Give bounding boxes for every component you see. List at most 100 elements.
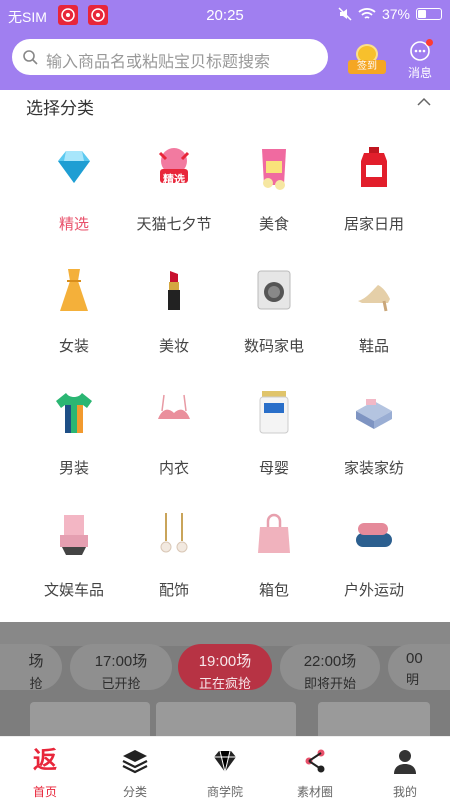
tab-me[interactable]: 我的 — [360, 737, 450, 800]
category-item-makeup[interactable]: 美妆 — [118, 267, 230, 377]
category-item-outdoor-sports[interactable]: 户外运动 — [318, 511, 430, 621]
category-label: 母婴 — [258, 460, 289, 477]
category-item-shoes[interactable]: 鞋品 — [318, 267, 430, 377]
category-item-bags[interactable]: 箱包 — [218, 511, 330, 621]
category-label: 家装家纺 — [343, 460, 404, 477]
category-label: 文娱车品 — [43, 582, 104, 599]
tab-label: 我的 — [392, 785, 417, 799]
slot-time: 00 — [406, 650, 423, 667]
category-item-digital-appliances[interactable]: 数码家电 — [218, 267, 330, 377]
tab-label: 素材圈 — [296, 785, 333, 799]
flash-sale-slot[interactable]: 00 明 — [388, 644, 450, 690]
category-panel: 选择分类 精选 精选 天猫七夕节 美食 居家日用 女装 美妆 数码家电 鞋品 男… — [0, 90, 450, 622]
category-item-accessories[interactable]: 配饰 — [118, 511, 230, 621]
category-item-entertainment-car[interactable]: 文娱车品 — [18, 511, 130, 621]
category-item-food[interactable]: 美食 — [218, 145, 330, 255]
slot-status: 正在疯抢 — [198, 676, 251, 691]
diamond-outline-icon — [214, 750, 236, 773]
slot-status: 已开抢 — [101, 676, 141, 691]
yoga-mat-icon — [356, 523, 392, 547]
category-item-tmall-qixi[interactable]: 精选 天猫七夕节 — [118, 145, 230, 255]
category-label: 居家日用 — [343, 216, 404, 233]
bra-icon — [158, 394, 190, 419]
category-label: 数码家电 — [243, 338, 304, 355]
product-card[interactable] — [318, 702, 430, 736]
sign-in-label: 签到 — [348, 60, 386, 74]
category-label: 精选 — [58, 216, 89, 233]
product-card[interactable] — [30, 702, 150, 736]
messages-button[interactable]: 消息 — [398, 38, 442, 82]
user-icon — [394, 750, 416, 774]
category-label: 女装 — [58, 338, 89, 355]
tab-label: 分类 — [122, 785, 147, 799]
category-item-home-daily[interactable]: 居家日用 — [318, 145, 430, 255]
tshirt-icon — [56, 393, 92, 433]
category-label: 男装 — [58, 460, 89, 477]
flash-sale-slot[interactable]: 场 抢 — [0, 644, 62, 691]
battery-percent: 37% — [381, 6, 410, 22]
detergent-bottle-icon — [361, 147, 387, 187]
messages-label: 消息 — [407, 66, 432, 80]
product-card[interactable] — [156, 702, 296, 736]
share-icon — [305, 749, 325, 773]
dimmed-content-overlay[interactable]: 场 抢 17:00场 已开抢 19:00场 正在疯抢 22:00场 即将开始 0… — [0, 622, 450, 736]
panel-title: 选择分类 — [26, 99, 94, 118]
handbag-icon — [258, 513, 290, 553]
battery-icon — [416, 8, 442, 20]
tab-home[interactable]: 返 首页 — [0, 737, 90, 800]
category-label: 户外运动 — [343, 582, 404, 599]
heel-shoe-icon — [358, 285, 390, 312]
sign-in-button[interactable]: 签到 — [348, 44, 386, 76]
flash-sale-slot[interactable]: 22:00场 即将开始 — [280, 644, 380, 691]
lipstick-icon — [168, 271, 180, 310]
milk-powder-icon — [259, 391, 289, 434]
category-label: 美食 — [258, 216, 289, 233]
dress-icon — [60, 269, 88, 311]
earrings-icon — [160, 513, 188, 553]
slot-time: 17:00场 — [94, 653, 148, 670]
category-item-mother-baby[interactable]: 母婴 — [218, 389, 330, 499]
slot-time: 19:00场 — [198, 653, 252, 670]
category-item-mens-wear[interactable]: 男装 — [18, 389, 130, 499]
flash-sale-slot[interactable]: 17:00场 已开抢 — [70, 644, 172, 691]
bedding-icon — [356, 399, 392, 429]
jingxuan-badge-text: 精选 — [163, 174, 185, 186]
category-item-jingxuan[interactable]: 精选 — [18, 145, 130, 255]
category-label: 鞋品 — [358, 338, 389, 355]
diamond-icon — [58, 151, 90, 183]
unread-dot — [426, 39, 433, 46]
section-header-strip — [0, 622, 450, 646]
flash-sale-slot-active[interactable]: 19:00场 正在疯抢 — [178, 644, 272, 691]
tab-business-school[interactable]: 商学院 — [180, 737, 270, 800]
category-item-womens-wear[interactable]: 女装 — [18, 267, 130, 377]
snack-bag-icon — [262, 149, 286, 190]
tab-label: 商学院 — [206, 785, 243, 799]
wifi-icon — [358, 8, 376, 19]
washing-machine-icon — [257, 270, 291, 310]
car-seat-icon — [60, 515, 88, 555]
category-label: 美妆 — [158, 338, 189, 355]
category-label: 配饰 — [158, 582, 189, 599]
category-item-underwear[interactable]: 内衣 — [118, 389, 230, 499]
category-item-home-textiles[interactable]: 家装家纺 — [318, 389, 430, 499]
layers-icon — [122, 750, 148, 774]
slot-status: 明 — [406, 672, 420, 687]
status-bar: 无SIM 20:25 37% — [0, 0, 450, 32]
search-placeholder: 输入商品名或粘贴宝贝标题搜索 — [46, 54, 271, 71]
tab-label: 首页 — [32, 785, 57, 799]
slot-time: 22:00场 — [303, 653, 357, 670]
bottom-tab-bar: 返 首页 分类 商学院 素材圈 我的 — [0, 736, 450, 800]
slot-status: 抢 — [29, 676, 43, 691]
chevron-up-icon[interactable] — [416, 96, 432, 108]
search-input[interactable]: 输入商品名或粘贴宝贝标题搜索 — [12, 39, 328, 75]
fan-home-icon: 返 — [33, 747, 57, 774]
slot-status: 即将开始 — [303, 676, 356, 691]
category-label: 箱包 — [258, 582, 289, 599]
mute-icon — [338, 7, 352, 21]
search-icon — [23, 50, 38, 65]
category-label: 内衣 — [158, 460, 189, 477]
tab-category[interactable]: 分类 — [90, 737, 180, 800]
category-label: 天猫七夕节 — [136, 216, 212, 233]
tab-material-circle[interactable]: 素材圈 — [270, 737, 360, 800]
header: 无SIM 20:25 37% 输入商品名或粘贴宝贝标题搜索 签到 消息 — [0, 0, 450, 90]
